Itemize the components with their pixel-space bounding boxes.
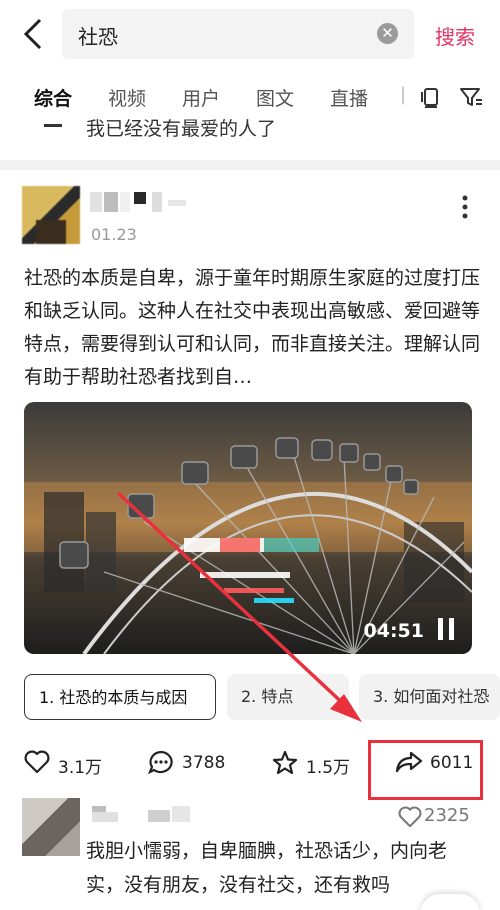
favorite-button[interactable]: 1.5万: [272, 738, 362, 788]
back-arrow-icon[interactable]: [14, 14, 54, 54]
comment-like-count: 2325: [424, 805, 470, 826]
pause-icon[interactable]: [436, 618, 456, 640]
clear-icon[interactable]: ✕: [377, 23, 398, 44]
search-input[interactable]: 社恐 ✕: [62, 9, 414, 59]
search-query: 社恐: [78, 25, 118, 49]
commenter-avatar[interactable]: [22, 798, 80, 856]
tab-users[interactable]: 用户: [182, 84, 220, 111]
comment-count: 3788: [182, 753, 226, 773]
like-count: 3.1万: [58, 758, 103, 778]
tab-image-text[interactable]: 图文: [256, 84, 294, 111]
author-avatar[interactable]: [22, 186, 80, 244]
chapter-1[interactable]: 1. 社恐的本质与成因: [24, 674, 216, 720]
tab-video[interactable]: 视频: [108, 84, 146, 111]
post-card[interactable]: 01.23 社恐的本质是自卑，源于童年时期原生家庭的过度打压和缺乏认同。这种人在…: [0, 170, 500, 910]
star-icon: [272, 750, 298, 775]
floating-button[interactable]: [420, 894, 480, 910]
share-highlight-box: [368, 740, 483, 800]
commenter-name-blurred[interactable]: [92, 806, 192, 822]
tab-live[interactable]: 直播: [330, 84, 368, 111]
search-header: 社恐 ✕ 搜索 综合 视频 用户 图文 直播 | 我已经没有最爱的人了: [0, 0, 500, 160]
tab-overflow-hint: |: [400, 84, 407, 105]
post-text[interactable]: 社恐的本质是自卑，源于童年时期原生家庭的过度打压和缺乏认同。这种人在社交中表现出…: [24, 262, 480, 394]
ferris-wheel-image: [24, 437, 472, 654]
tab-all[interactable]: 综合: [34, 84, 72, 111]
comment-button[interactable]: 3788: [148, 738, 238, 788]
previous-result-item[interactable]: 我已经没有最爱的人了: [0, 118, 500, 160]
author-name-blurred[interactable]: [90, 192, 200, 212]
search-button[interactable]: 搜索: [435, 21, 475, 50]
comment-text[interactable]: 我胆小懦弱，自卑腼腆，社恐话少，内向老实，没有朋友，没有社交，还有救吗: [86, 834, 466, 902]
prev-item-marker: [44, 124, 62, 127]
more-options-icon[interactable]: [460, 194, 470, 220]
search-tabs: 综合 视频 用户 图文 直播 |: [0, 78, 500, 118]
chapter-2[interactable]: 2. 特点: [227, 674, 349, 720]
chapter-3[interactable]: 3. 如何面对社恐: [359, 674, 500, 720]
layout-switch-icon[interactable]: [418, 84, 444, 110]
filter-icon[interactable]: [458, 84, 484, 110]
heart-icon: [24, 750, 50, 774]
previous-result-text: 我已经没有最爱的人了: [86, 118, 277, 140]
like-button[interactable]: 3.1万: [24, 738, 114, 788]
favorite-count: 1.5万: [306, 758, 351, 778]
post-date: 01.23: [91, 225, 137, 244]
video-thumbnail[interactable]: 04:51: [24, 402, 472, 654]
video-duration: 04:51: [363, 620, 424, 642]
comment-icon: [148, 750, 173, 774]
chapter-list: 1. 社恐的本质与成因 2. 特点 3. 如何面对社恐: [24, 674, 500, 722]
heart-icon: [398, 806, 422, 828]
